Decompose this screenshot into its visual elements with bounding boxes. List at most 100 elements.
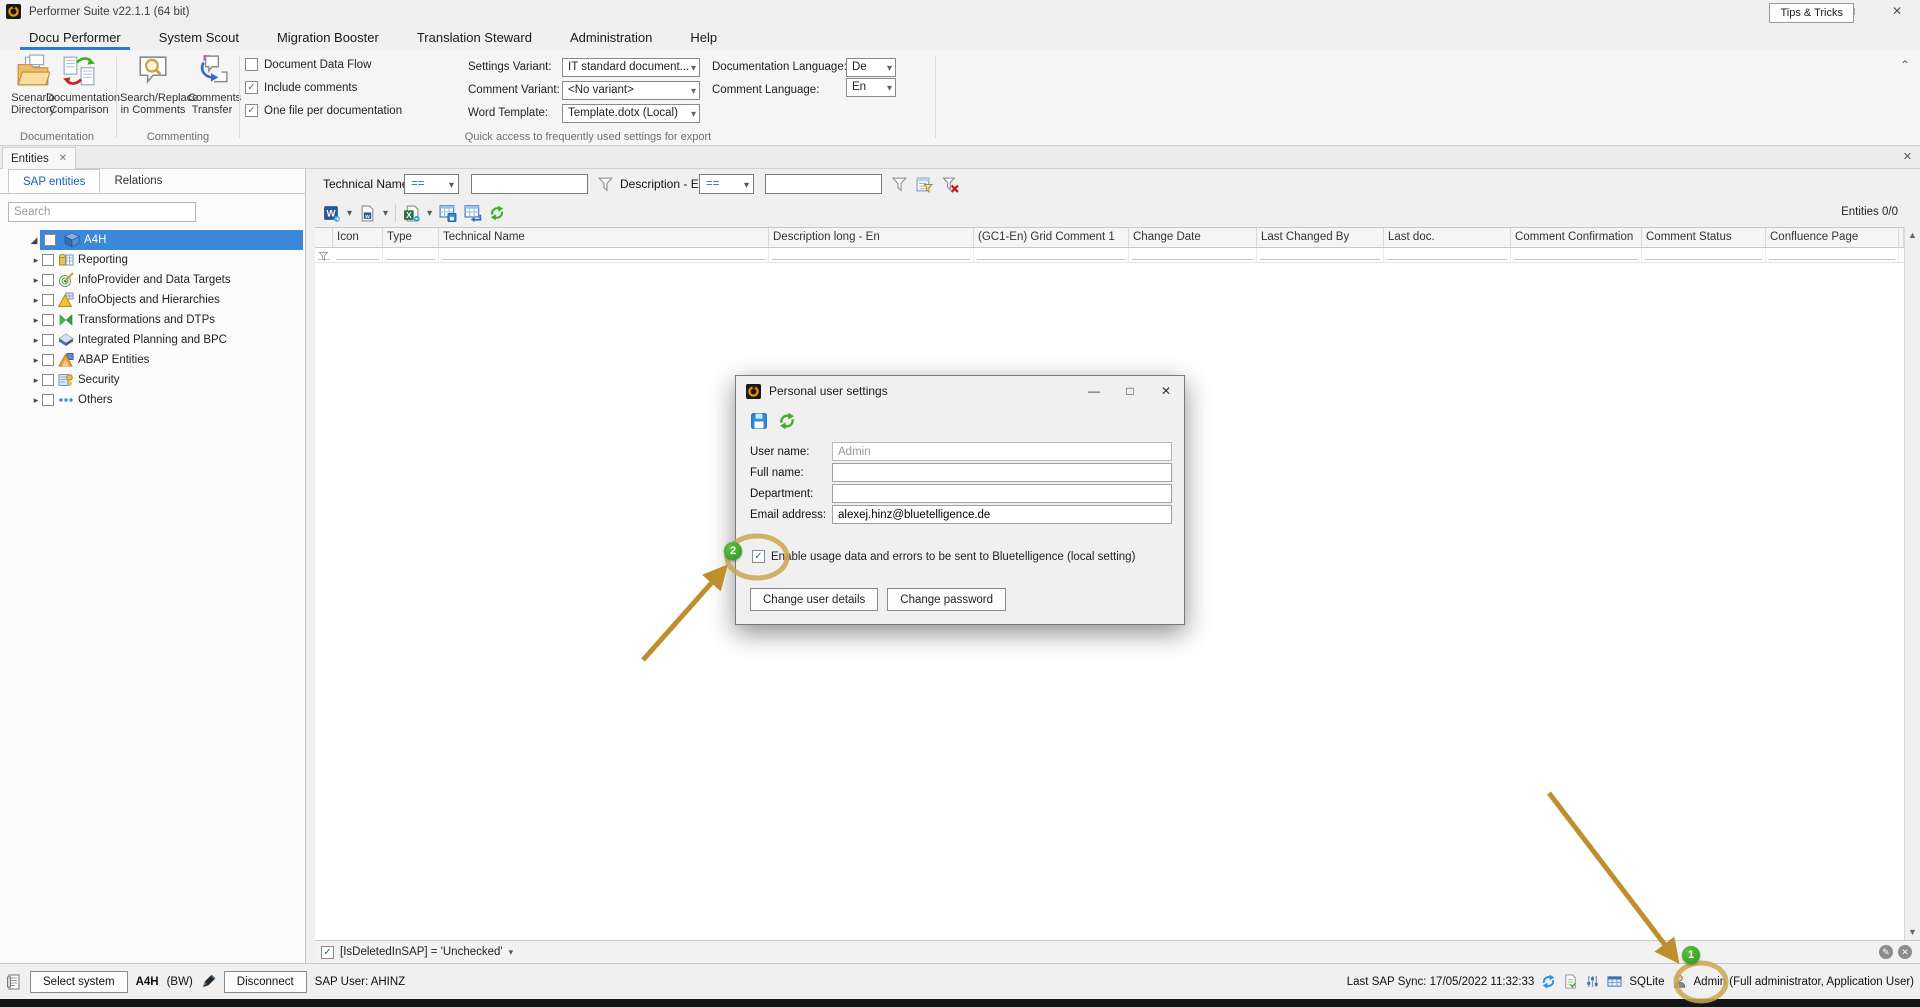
current-user-label[interactable]: Admin (Full administrator, Application U… [1694, 976, 1915, 988]
comment-variant-dropdown[interactable]: <No variant> [562, 81, 700, 100]
load-layout-icon[interactable] [464, 204, 482, 222]
settings-sliders-icon[interactable] [1585, 974, 1600, 989]
word-template-dropdown[interactable]: Template.dotx (Local) [562, 104, 700, 123]
usage-data-row[interactable]: Enable usage data and errors to be sent … [752, 550, 1135, 563]
one-file-row[interactable]: One file per documentation [245, 104, 402, 117]
search-replace-button[interactable]: Search/Replace in Comments [120, 54, 186, 116]
dialog-close-button[interactable]: ✕ [1148, 376, 1184, 406]
tab-help[interactable]: Help [671, 25, 736, 50]
save-layout-icon[interactable] [439, 204, 457, 222]
user-person-icon[interactable] [1672, 974, 1687, 989]
tab-close-icon[interactable]: ✕ [59, 153, 67, 164]
export-word-icon[interactable] [323, 205, 340, 222]
change-password-button[interactable]: Change password [887, 588, 1006, 611]
node-checkbox[interactable] [42, 274, 54, 286]
node-checkbox[interactable] [42, 374, 54, 386]
expander-icon[interactable]: ▸ [30, 315, 42, 326]
comments-transfer-button[interactable]: Comments Transfer [188, 54, 236, 116]
docbar-close-icon[interactable]: ✕ [1903, 150, 1912, 163]
tree-node-transformations[interactable]: ▸ Transformations and DTPs [30, 310, 305, 330]
dialog-title-bar[interactable]: Personal user settings — □ ✕ [736, 376, 1184, 406]
expander-icon[interactable]: ▸ [30, 395, 42, 406]
tree-node-abap[interactable]: ▸ ABAP Entities [30, 350, 305, 370]
chevron-down-icon[interactable]: ▾ [347, 208, 352, 219]
column-header[interactable]: (GC1-En) Grid Comment 1 [974, 228, 1129, 247]
column-header[interactable]: Last Changed By [1257, 228, 1384, 247]
column-header[interactable]: Change Date [1129, 228, 1257, 247]
settings-variant-dropdown[interactable]: IT standard document... [562, 58, 700, 77]
grid-auto-filter-row[interactable] [315, 248, 1904, 263]
column-header[interactable]: Comment Confirmation [1511, 228, 1642, 247]
node-checkbox[interactable] [42, 334, 54, 346]
technical-name-filter-input[interactable] [471, 174, 588, 194]
include-comments-row[interactable]: Include comments [245, 81, 402, 94]
tree-node-infoprovider[interactable]: ▸ InfoProvider and Data Targets [30, 270, 305, 290]
tree-node-infoobjects[interactable]: ▸ InfoObjects and Hierarchies [30, 290, 305, 310]
filter-editor-icon[interactable] [915, 175, 934, 194]
technical-name-operator-dropdown[interactable]: == [404, 174, 459, 194]
export-excel-icon[interactable] [403, 205, 420, 222]
node-checkbox[interactable] [42, 354, 54, 366]
column-header[interactable]: Icon [333, 228, 383, 247]
apply-filter-icon[interactable] [596, 175, 615, 194]
change-user-details-button[interactable]: Change user details [750, 588, 878, 611]
chevron-down-icon[interactable]: ▾ [383, 208, 388, 219]
comment-language-dropdown[interactable]: En [846, 78, 896, 97]
clear-filter-icon[interactable] [941, 175, 960, 194]
column-header[interactable]: Last doc. [1384, 228, 1511, 247]
column-header[interactable]: Type [383, 228, 439, 247]
column-header[interactable]: Description long - En [769, 228, 974, 247]
tab-migration-booster[interactable]: Migration Booster [258, 25, 398, 50]
tree-node-a4h[interactable]: ◢ A4H [28, 230, 305, 250]
chevron-down-icon[interactable]: ▾ [427, 208, 432, 219]
search-input[interactable] [8, 202, 196, 222]
tab-entities[interactable]: Entities ✕ [2, 147, 76, 169]
column-header[interactable]: Technical Name [439, 228, 769, 247]
disconnect-button[interactable]: Disconnect [224, 971, 307, 993]
node-checkbox[interactable] [42, 254, 54, 266]
dialog-maximize-button[interactable]: □ [1112, 376, 1148, 406]
department-field[interactable] [832, 484, 1172, 503]
word-document-icon[interactable] [359, 205, 376, 222]
expander-open-icon[interactable]: ◢ [28, 235, 40, 246]
tree-node-reporting[interactable]: ▸ Reporting [30, 250, 305, 270]
node-checkbox[interactable] [42, 294, 54, 306]
footer-filter-checkbox[interactable] [321, 946, 334, 959]
expander-icon[interactable]: ▸ [30, 375, 42, 386]
expander-icon[interactable]: ▸ [30, 355, 42, 366]
usage-data-checkbox[interactable] [752, 550, 765, 563]
document-data-flow-checkbox[interactable] [245, 58, 258, 71]
tab-administration[interactable]: Administration [551, 25, 671, 50]
tab-relations[interactable]: Relations [100, 169, 176, 193]
tab-sap-entities[interactable]: SAP entities [8, 169, 100, 193]
document-data-flow-row[interactable]: Document Data Flow [245, 58, 402, 71]
description-operator-dropdown[interactable]: == [699, 174, 754, 194]
node-checkbox[interactable] [42, 314, 54, 326]
a4h-checkbox[interactable] [44, 234, 56, 246]
apply-filter-icon[interactable] [890, 175, 909, 194]
vertical-scrollbar[interactable]: ▲ ▼ [1904, 227, 1920, 940]
include-comments-checkbox[interactable] [245, 81, 258, 94]
tab-docu-performer[interactable]: Docu Performer [10, 25, 140, 50]
tree-node-others[interactable]: ▸ Others [30, 390, 305, 410]
full-name-field[interactable] [832, 463, 1172, 482]
expander-icon[interactable]: ▸ [30, 335, 42, 346]
log-page-icon[interactable] [1563, 974, 1578, 989]
documentation-comparison-button[interactable]: Documentation Comparison [46, 54, 112, 116]
expander-icon[interactable]: ▸ [30, 275, 42, 286]
sync-refresh-icon[interactable] [1541, 974, 1556, 989]
clear-filter-icon[interactable]: ✕ [1898, 945, 1912, 959]
log-notes-icon[interactable] [6, 974, 22, 990]
footer-filter-text[interactable]: [IsDeletedInSAP] = 'Unchecked' [340, 946, 503, 958]
documentation-language-dropdown[interactable]: De [846, 58, 896, 77]
chevron-down-icon[interactable]: ▾ [509, 947, 514, 958]
tree-node-planning[interactable]: ▸ Integrated Planning and BPC [30, 330, 305, 350]
collapse-ribbon-icon[interactable]: ⌃ [1900, 58, 1910, 72]
column-header[interactable]: Comment Status [1642, 228, 1766, 247]
description-filter-input[interactable] [765, 174, 882, 194]
expander-icon[interactable]: ▸ [30, 255, 42, 266]
tab-translation-steward[interactable]: Translation Steward [398, 25, 551, 50]
close-button[interactable]: ✕ [1874, 0, 1920, 22]
select-system-button[interactable]: Select system [30, 971, 128, 993]
tips-tricks-button[interactable]: Tips & Tricks [1769, 3, 1854, 23]
